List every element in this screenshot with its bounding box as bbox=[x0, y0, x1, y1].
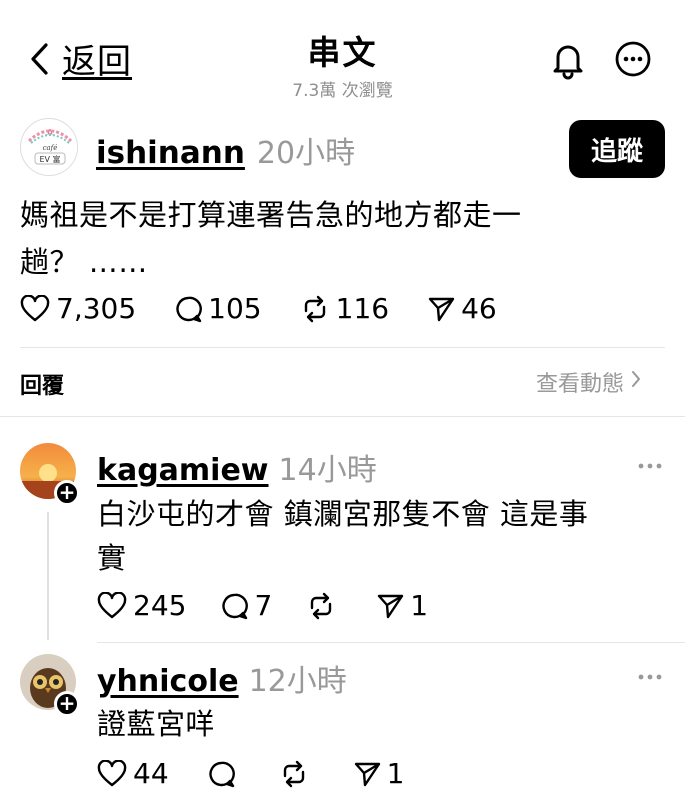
comment-username[interactable]: kagamiew bbox=[97, 453, 269, 488]
heart-icon bbox=[20, 294, 50, 323]
like-button[interactable]: 7,305 bbox=[20, 292, 136, 325]
share-button[interactable]: 1 bbox=[376, 589, 428, 622]
comment-count: 105 bbox=[208, 292, 262, 325]
view-activity-label: 查看動態 bbox=[536, 372, 625, 397]
svg-text:EV 富: EV 富 bbox=[39, 154, 60, 164]
send-icon bbox=[353, 760, 381, 788]
post-text-line: 媽祖是不是打算連署告急的地方都走一 bbox=[20, 198, 522, 232]
like-count: 7,305 bbox=[56, 292, 137, 325]
follow-plus-button[interactable]: + bbox=[54, 480, 80, 506]
comment-count: 7 bbox=[254, 589, 273, 622]
comment-username[interactable]: yhnicole bbox=[97, 664, 239, 699]
post-text: 媽祖是不是打算連署告急的地方都走一 趟？ …… bbox=[20, 192, 660, 286]
share-count: 1 bbox=[386, 757, 405, 790]
comment-header: kagamiew 14小時 bbox=[97, 445, 377, 489]
comment-button[interactable]: 7 bbox=[220, 589, 272, 622]
bell-icon[interactable] bbox=[550, 40, 586, 80]
share-button[interactable]: 46 bbox=[427, 292, 497, 325]
heart-icon bbox=[97, 591, 127, 620]
like-count: 44 bbox=[133, 757, 169, 790]
top-bar: 返回 串文 7.3萬 次瀏覽 bbox=[0, 0, 685, 101]
username[interactable]: ishinann bbox=[96, 135, 245, 171]
comment-text-line: 白沙屯的才會 鎮瀾宮那隻不會 這是事 bbox=[97, 497, 589, 531]
share-count: 46 bbox=[461, 292, 497, 325]
like-button[interactable]: 245 bbox=[97, 589, 186, 622]
like-count: 245 bbox=[133, 589, 187, 622]
follow-button[interactable]: 追蹤 bbox=[569, 120, 665, 178]
share-count: 1 bbox=[410, 589, 429, 622]
comment-icon bbox=[220, 592, 249, 620]
chevron-right-icon bbox=[630, 369, 642, 395]
repost-count: 116 bbox=[335, 292, 390, 325]
like-button[interactable]: 44 bbox=[97, 757, 169, 790]
divider bbox=[0, 416, 685, 417]
view-activity-link[interactable]: 查看動態 bbox=[536, 366, 642, 398]
more-icon[interactable] bbox=[636, 456, 664, 469]
more-options-icon[interactable] bbox=[614, 40, 652, 78]
comment-time: 12小時 bbox=[248, 664, 347, 699]
repost-icon bbox=[306, 592, 336, 620]
comment-text-line: 證藍宮咩 bbox=[97, 707, 216, 741]
avatar[interactable]: A café EV 富 bbox=[20, 118, 78, 176]
comment-header: yhnicole 12小時 bbox=[97, 656, 347, 700]
divider bbox=[97, 642, 685, 643]
post-time: 20小時 bbox=[256, 136, 356, 171]
post-header: ishinann 20小時 bbox=[96, 128, 355, 172]
post-text-line: 趟？ …… bbox=[20, 245, 148, 279]
send-icon bbox=[427, 295, 455, 323]
repost-icon bbox=[279, 760, 309, 788]
comment-text: 證藍宮咩 bbox=[97, 702, 672, 746]
thread-line bbox=[47, 512, 49, 640]
cafe-logo-icon: A café EV 富 bbox=[22, 120, 77, 175]
comment-icon bbox=[174, 295, 203, 323]
replies-label: 回覆 bbox=[20, 374, 65, 399]
comment-actions: 245 7 1 bbox=[97, 589, 428, 622]
divider bbox=[20, 347, 665, 348]
comment-time: 14小時 bbox=[278, 453, 377, 488]
svg-text:A: A bbox=[47, 128, 53, 137]
comment-icon bbox=[207, 760, 235, 788]
svg-text:café: café bbox=[43, 144, 58, 152]
repost-icon bbox=[300, 295, 330, 323]
repost-button[interactable] bbox=[279, 760, 315, 788]
repost-button[interactable]: 116 bbox=[300, 292, 389, 325]
more-icon[interactable] bbox=[636, 667, 664, 680]
comment-text: 白沙屯的才會 鎮瀾宮那隻不會 這是事 實 bbox=[97, 492, 672, 580]
follow-plus-button[interactable]: + bbox=[54, 691, 80, 717]
comment-actions: 44 1 bbox=[97, 757, 404, 790]
send-icon bbox=[376, 592, 404, 620]
share-button[interactable]: 1 bbox=[353, 757, 405, 790]
comment-button[interactable]: 105 bbox=[174, 292, 262, 325]
post-actions: 7,305 105 116 46 bbox=[20, 292, 497, 325]
comment-button[interactable] bbox=[207, 760, 241, 788]
repost-button[interactable] bbox=[306, 592, 342, 620]
heart-icon bbox=[97, 759, 127, 788]
comment-text-line: 實 bbox=[97, 541, 127, 575]
